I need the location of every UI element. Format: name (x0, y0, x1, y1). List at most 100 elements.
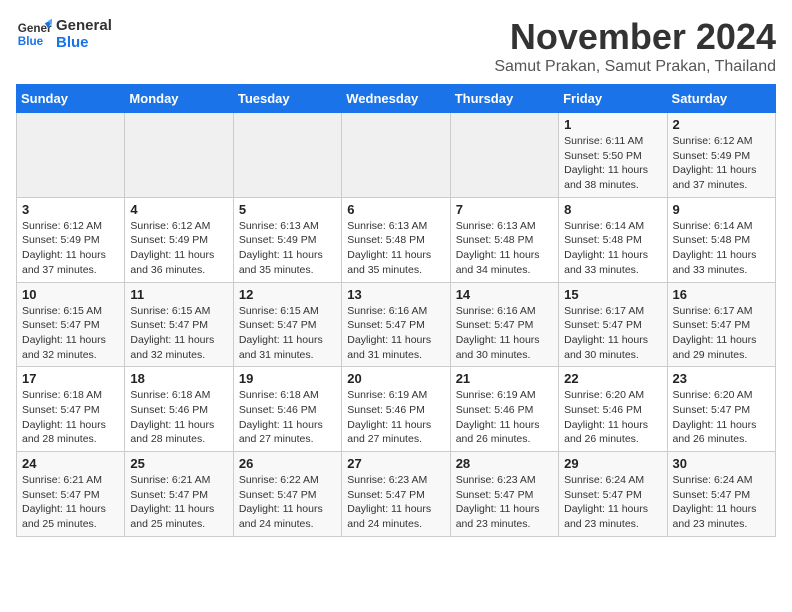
day-info: Sunrise: 6:16 AM Sunset: 5:47 PM Dayligh… (456, 304, 553, 363)
day-number: 5 (239, 202, 336, 217)
day-number: 15 (564, 287, 661, 302)
day-info: Sunrise: 6:14 AM Sunset: 5:48 PM Dayligh… (673, 219, 770, 278)
logo-line1: General (56, 17, 112, 34)
day-info: Sunrise: 6:24 AM Sunset: 5:47 PM Dayligh… (673, 473, 770, 532)
day-number: 2 (673, 117, 770, 132)
calendar-cell: 19 Sunrise: 6:18 AM Sunset: 5:46 PM Dayli… (233, 367, 341, 452)
day-of-week-header: Saturday (667, 85, 775, 113)
calendar-cell (17, 113, 125, 198)
calendar-cell: 13Sunrise: 6:16 AM Sunset: 5:47 PM Dayli… (342, 282, 450, 367)
calendar-cell: 14 Sunrise: 6:16 AM Sunset: 5:47 PM Dayli… (450, 282, 558, 367)
day-info: Sunrise: 6:18 AM Sunset: 5:46 PM Dayligh… (239, 388, 336, 447)
day-number: 21 (456, 371, 553, 386)
day-number: 20 (347, 371, 444, 386)
day-number: 28 (456, 456, 553, 471)
day-info: Sunrise: 6:17 AM Sunset: 5:47 PM Dayligh… (673, 304, 770, 363)
calendar-cell (233, 113, 341, 198)
calendar-cell: 2 Sunrise: 6:12 AM Sunset: 5:49 PM Daylig… (667, 113, 775, 198)
calendar-cell: 6 Sunrise: 6:13 AM Sunset: 5:48 PM Daylig… (342, 197, 450, 282)
day-of-week-header: Monday (125, 85, 233, 113)
calendar-cell: 15 Sunrise: 6:17 AM Sunset: 5:47 PM Dayli… (559, 282, 667, 367)
day-info: Sunrise: 6:19 AM Sunset: 5:46 PM Dayligh… (456, 388, 553, 447)
day-number: 3 (22, 202, 119, 217)
calendar-cell (125, 113, 233, 198)
calendar-cell: 21 Sunrise: 6:19 AM Sunset: 5:46 PM Dayli… (450, 367, 558, 452)
day-of-week-header: Thursday (450, 85, 558, 113)
calendar-cell: 11 Sunrise: 6:15 AM Sunset: 5:47 PM Dayli… (125, 282, 233, 367)
calendar-cell: 7 Sunrise: 6:13 AM Sunset: 5:48 PM Daylig… (450, 197, 558, 282)
calendar-cell: 12Sunrise: 6:15 AM Sunset: 5:47 PM Dayli… (233, 282, 341, 367)
calendar-cell: 27Sunrise: 6:23 AM Sunset: 5:47 PM Dayli… (342, 452, 450, 537)
day-info: Sunrise: 6:21 AM Sunset: 5:47 PM Dayligh… (22, 473, 119, 532)
day-number: 26 (239, 456, 336, 471)
day-number: 1 (564, 117, 661, 132)
day-info: Sunrise: 6:15 AM Sunset: 5:47 PM Dayligh… (22, 304, 119, 363)
calendar-cell: 3Sunrise: 6:12 AM Sunset: 5:49 PM Daylig… (17, 197, 125, 282)
calendar-cell: 9 Sunrise: 6:14 AM Sunset: 5:48 PM Daylig… (667, 197, 775, 282)
day-number: 18 (130, 371, 227, 386)
day-info: Sunrise: 6:11 AM Sunset: 5:50 PM Dayligh… (564, 134, 661, 193)
svg-text:Blue: Blue (18, 35, 44, 48)
day-number: 23 (673, 371, 770, 386)
day-number: 29 (564, 456, 661, 471)
calendar-cell (342, 113, 450, 198)
day-number: 19 (239, 371, 336, 386)
day-info: Sunrise: 6:24 AM Sunset: 5:47 PM Dayligh… (564, 473, 661, 532)
day-number: 30 (673, 456, 770, 471)
day-info: Sunrise: 6:20 AM Sunset: 5:47 PM Dayligh… (673, 388, 770, 447)
day-number: 24 (22, 456, 119, 471)
day-info: Sunrise: 6:15 AM Sunset: 5:47 PM Dayligh… (130, 304, 227, 363)
calendar-cell: 8Sunrise: 6:14 AM Sunset: 5:48 PM Daylig… (559, 197, 667, 282)
day-info: Sunrise: 6:19 AM Sunset: 5:46 PM Dayligh… (347, 388, 444, 447)
calendar-cell: 24 Sunrise: 6:21 AM Sunset: 5:47 PM Dayli… (17, 452, 125, 537)
logo-line2: Blue (56, 34, 112, 51)
day-number: 11 (130, 287, 227, 302)
day-info: Sunrise: 6:23 AM Sunset: 5:47 PM Dayligh… (456, 473, 553, 532)
calendar-cell: 17 Sunrise: 6:18 AM Sunset: 5:47 PM Dayli… (17, 367, 125, 452)
day-number: 9 (673, 202, 770, 217)
day-number: 13 (347, 287, 444, 302)
calendar-body: 1 Sunrise: 6:11 AM Sunset: 5:50 PM Daylig… (17, 113, 776, 537)
day-number: 14 (456, 287, 553, 302)
day-info: Sunrise: 6:13 AM Sunset: 5:49 PM Dayligh… (239, 219, 336, 278)
calendar-cell: 4 Sunrise: 6:12 AM Sunset: 5:49 PM Daylig… (125, 197, 233, 282)
calendar-cell: 28 Sunrise: 6:23 AM Sunset: 5:47 PM Dayli… (450, 452, 558, 537)
calendar-cell: 30 Sunrise: 6:24 AM Sunset: 5:47 PM Dayli… (667, 452, 775, 537)
calendar-cell: 10Sunrise: 6:15 AM Sunset: 5:47 PM Dayli… (17, 282, 125, 367)
calendar-cell: 16 Sunrise: 6:17 AM Sunset: 5:47 PM Dayli… (667, 282, 775, 367)
calendar-week-row: 1 Sunrise: 6:11 AM Sunset: 5:50 PM Daylig… (17, 113, 776, 198)
calendar-cell (450, 113, 558, 198)
day-info: Sunrise: 6:12 AM Sunset: 5:49 PM Dayligh… (130, 219, 227, 278)
logo-icon: General Blue (16, 16, 52, 52)
calendar-header-row: SundayMondayTuesdayWednesdayThursdayFrid… (17, 85, 776, 113)
day-of-week-header: Sunday (17, 85, 125, 113)
day-info: Sunrise: 6:21 AM Sunset: 5:47 PM Dayligh… (130, 473, 227, 532)
day-number: 16 (673, 287, 770, 302)
day-info: Sunrise: 6:20 AM Sunset: 5:46 PM Dayligh… (564, 388, 661, 447)
calendar-cell: 22Sunrise: 6:20 AM Sunset: 5:46 PM Dayli… (559, 367, 667, 452)
logo: General Blue General Blue (16, 16, 112, 52)
day-info: Sunrise: 6:12 AM Sunset: 5:49 PM Dayligh… (673, 134, 770, 193)
calendar-cell: 5 Sunrise: 6:13 AM Sunset: 5:49 PM Daylig… (233, 197, 341, 282)
calendar-cell: 25 Sunrise: 6:21 AM Sunset: 5:47 PM Dayli… (125, 452, 233, 537)
day-of-week-header: Tuesday (233, 85, 341, 113)
day-info: Sunrise: 6:13 AM Sunset: 5:48 PM Dayligh… (456, 219, 553, 278)
day-info: Sunrise: 6:23 AM Sunset: 5:47 PM Dayligh… (347, 473, 444, 532)
calendar-week-row: 10Sunrise: 6:15 AM Sunset: 5:47 PM Dayli… (17, 282, 776, 367)
day-info: Sunrise: 6:22 AM Sunset: 5:47 PM Dayligh… (239, 473, 336, 532)
day-number: 4 (130, 202, 227, 217)
calendar-cell: 1 Sunrise: 6:11 AM Sunset: 5:50 PM Daylig… (559, 113, 667, 198)
day-number: 8 (564, 202, 661, 217)
day-info: Sunrise: 6:18 AM Sunset: 5:46 PM Dayligh… (130, 388, 227, 447)
day-info: Sunrise: 6:13 AM Sunset: 5:48 PM Dayligh… (347, 219, 444, 278)
day-number: 6 (347, 202, 444, 217)
day-info: Sunrise: 6:17 AM Sunset: 5:47 PM Dayligh… (564, 304, 661, 363)
calendar-cell: 20 Sunrise: 6:19 AM Sunset: 5:46 PM Dayli… (342, 367, 450, 452)
calendar-week-row: 24 Sunrise: 6:21 AM Sunset: 5:47 PM Dayli… (17, 452, 776, 537)
day-number: 25 (130, 456, 227, 471)
calendar: SundayMondayTuesdayWednesdayThursdayFrid… (16, 84, 776, 537)
calendar-cell: 18 Sunrise: 6:18 AM Sunset: 5:46 PM Dayli… (125, 367, 233, 452)
day-number: 7 (456, 202, 553, 217)
day-number: 17 (22, 371, 119, 386)
day-info: Sunrise: 6:18 AM Sunset: 5:47 PM Dayligh… (22, 388, 119, 447)
